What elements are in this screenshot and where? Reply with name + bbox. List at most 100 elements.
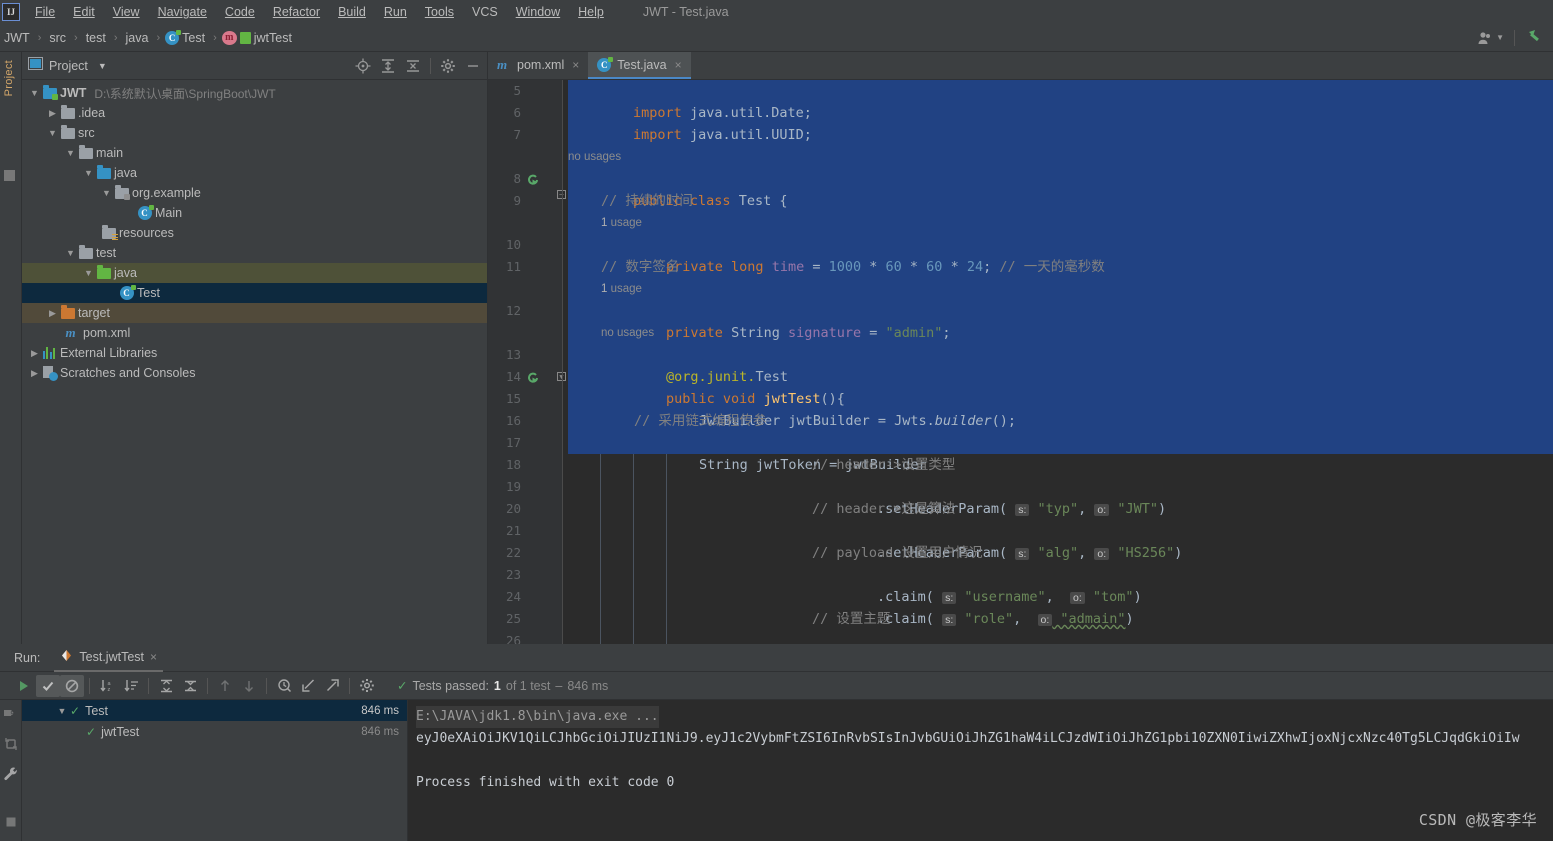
tree-node-main-class[interactable]: C Main [22, 203, 487, 223]
tests-total-label: of 1 test [505, 678, 551, 693]
editor-tab-pom-xml[interactable]: m pom.xml × [488, 52, 588, 79]
hide-ignored-tests-icon[interactable] [60, 674, 84, 697]
tree-node-resources[interactable]: resources [22, 223, 487, 243]
line-number: 12 [505, 303, 521, 318]
run-tool-window-header: Run: Test.jwtTest × [0, 644, 1553, 672]
tree-node-pom-xml[interactable]: m pom.xml [22, 323, 487, 343]
settings-gear-icon[interactable] [440, 58, 456, 74]
tree-node-src[interactable]: ▼ src [22, 123, 487, 143]
code-editor[interactable]: 5 6 7 8 9 10 11 12 13 14 15 16 17 18 19 … [488, 80, 1553, 644]
breadcrumb-java[interactable]: java [122, 29, 153, 47]
chevron-down-icon[interactable]: ▼ [82, 267, 95, 280]
breadcrumb-jwt[interactable]: JWT [0, 29, 34, 47]
test-row-suite[interactable]: ▼ ✓ Test 846 ms [22, 700, 407, 721]
menu-edit[interactable]: Edit [64, 2, 104, 22]
hide-panel-icon[interactable] [465, 58, 481, 74]
svg-text:9: 9 [10, 711, 14, 718]
tree-node-main[interactable]: ▼ main [22, 143, 487, 163]
chevron-down-icon[interactable]: ▼ [54, 706, 70, 716]
line-number: 9 [513, 193, 521, 208]
user-account-icon[interactable]: ▼ [1477, 30, 1504, 46]
tree-node-org-example[interactable]: ▼ org.example [22, 183, 487, 203]
expand-all-icon[interactable] [154, 675, 178, 697]
inlay-hint-one-usage[interactable]: 1 usage [568, 212, 642, 234]
navigation-bar: JWT › src › test › java › C Test › m jwt… [0, 24, 1553, 52]
chevron-down-icon[interactable]: ▼ [64, 147, 77, 160]
test-duration: 846 ms [361, 725, 399, 738]
sort-alphabetically-icon[interactable]: az [95, 675, 119, 697]
inlay-hint-no-usages[interactable]: no usages [568, 322, 654, 344]
menu-run[interactable]: Run [375, 2, 416, 22]
close-icon[interactable]: × [150, 650, 157, 664]
tool-window-button-project[interactable]: Project [1, 56, 17, 100]
test-row-method[interactable]: ✓ jwtTest 846 ms [22, 721, 407, 742]
sort-by-duration-icon[interactable] [119, 675, 143, 697]
chevron-down-icon[interactable]: ▼ [98, 61, 107, 71]
wrench-icon[interactable] [3, 766, 19, 782]
menu-tools[interactable]: Tools [416, 2, 463, 22]
menu-refactor[interactable]: Refactor [264, 2, 329, 22]
chevron-right-icon[interactable]: ▶ [46, 107, 59, 120]
breadcrumb-src[interactable]: src [45, 29, 70, 47]
menu-file[interactable]: File [26, 2, 64, 22]
window-title: JWT - Test.java [642, 5, 729, 19]
project-tool-window: Project ▼ ▼ JWT D:\系统默认\桌面\SpringBoot\JW… [22, 52, 488, 644]
tree-node-test-class[interactable]: C Test [22, 283, 487, 303]
tree-node-scratches-and-consoles[interactable]: ▶ Scratches and Consoles [22, 363, 487, 383]
chevron-down-icon[interactable]: ▼ [82, 167, 95, 180]
test-history-icon[interactable] [272, 675, 296, 697]
breadcrumb-class-test[interactable]: C Test [164, 29, 209, 47]
inlay-hint-one-usage[interactable]: 1 usage [568, 278, 642, 300]
menu-code[interactable]: Code [216, 2, 264, 22]
rerun-failed-tests-icon[interactable] [3, 736, 19, 752]
import-tests-icon[interactable] [296, 675, 320, 697]
debugger-icon[interactable]: 9 [3, 706, 19, 722]
close-icon[interactable]: × [675, 58, 682, 72]
settings-gear-icon[interactable] [355, 675, 379, 697]
tree-node-external-libraries[interactable]: ▶ External Libraries [22, 343, 487, 363]
menu-navigate[interactable]: Navigate [149, 2, 216, 22]
tests-passed-label: Tests passed: [412, 678, 489, 693]
run-tab-test-jwttest[interactable]: Test.jwtTest × [54, 644, 164, 672]
run-test-gutter-icon[interactable] [526, 172, 540, 186]
menu-vcs[interactable]: VCS [463, 2, 507, 22]
chevron-down-icon[interactable]: ▼ [64, 247, 77, 260]
chevron-right-icon[interactable]: ▶ [28, 347, 41, 360]
export-tests-icon[interactable] [320, 675, 344, 697]
stop-icon[interactable] [3, 814, 19, 830]
test-results-tree[interactable]: ▼ ✓ Test 846 ms ✓ jwtTest 846 ms [22, 700, 408, 841]
run-test-gutter-icon[interactable] [526, 370, 540, 384]
tree-node-test-java[interactable]: ▼ java [22, 263, 487, 283]
divider [148, 677, 149, 694]
tree-node-main-java[interactable]: ▼ java [22, 163, 487, 183]
breadcrumb-test[interactable]: test [82, 29, 110, 47]
chevron-down-icon[interactable]: ▼ [100, 187, 113, 200]
console-output[interactable]: E:\JAVA\jdk1.8\bin\java.exe ... eyJ0eXAi… [408, 700, 1553, 841]
menu-view[interactable]: View [104, 2, 149, 22]
menu-window[interactable]: Window [507, 2, 569, 22]
close-icon[interactable]: × [572, 58, 579, 72]
menu-help[interactable]: Help [569, 2, 613, 22]
expand-all-icon[interactable] [380, 58, 396, 74]
update-arrow-icon[interactable] [1525, 26, 1545, 49]
collapse-all-icon[interactable] [405, 58, 421, 74]
tree-node-idea[interactable]: ▶ .idea [22, 103, 487, 123]
breadcrumb-method-jwttest[interactable]: m jwtTest [221, 29, 296, 47]
chevron-down-icon[interactable]: ▼ [28, 87, 41, 100]
tree-node-target[interactable]: ▶ target [22, 303, 487, 323]
editor-tab-test-java[interactable]: C Test.java × [588, 52, 691, 79]
tree-node-jwt[interactable]: ▼ JWT D:\系统默认\桌面\SpringBoot\JWT [22, 83, 487, 103]
collapse-all-icon[interactable] [178, 675, 202, 697]
chevron-down-icon[interactable]: ▼ [46, 127, 59, 140]
chevron-right-icon[interactable]: ▶ [28, 367, 41, 380]
show-passed-tests-icon[interactable] [36, 674, 60, 697]
locate-icon[interactable] [355, 58, 371, 74]
rerun-icon[interactable] [12, 675, 36, 697]
chevron-right-icon[interactable]: ▶ [46, 307, 59, 320]
menu-build[interactable]: Build [329, 2, 375, 22]
prev-failed-test-icon[interactable] [213, 675, 237, 697]
inlay-hint-no-usages[interactable]: no usages [568, 146, 621, 168]
tree-node-test-folder[interactable]: ▼ test [22, 243, 487, 263]
next-failed-test-icon[interactable] [237, 675, 261, 697]
editor-gutter[interactable]: 5 6 7 8 9 10 11 12 13 14 15 16 17 18 19 … [488, 80, 566, 644]
